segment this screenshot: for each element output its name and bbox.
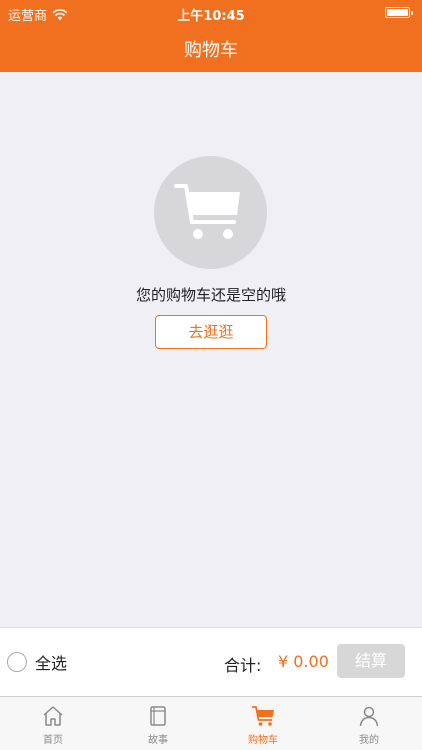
status-time: 上午10:45 [177, 9, 245, 24]
tab-bar: 首页 故事 购物车 我的 [0, 696, 422, 750]
top-header: 运营商 上午10:45 购物车 [0, 0, 422, 72]
select-all-label: 全选 [35, 654, 68, 673]
status-bar: 运营商 上午10:45 [0, 0, 422, 26]
tab-home-label: 首页 [43, 735, 63, 746]
cart-icon [252, 706, 274, 726]
tab-home[interactable]: 首页 [0, 697, 106, 750]
tab-story-label: 故事 [148, 735, 168, 746]
go-shopping-button[interactable]: 去逛逛 [155, 315, 267, 349]
checkout-button[interactable]: 结算 [337, 644, 405, 678]
empty-cart-illustration [154, 156, 267, 269]
book-icon [150, 706, 166, 726]
total-label: 合计: [224, 656, 262, 675]
cart-footer: 全选 合计: ¥ 0.00 结算 [0, 627, 422, 696]
select-all-radio[interactable] [7, 652, 27, 672]
tab-cart-label: 购物车 [248, 735, 278, 746]
battery-icon [385, 7, 413, 18]
empty-cart-message: 您的购物车还是空的哦 [135, 286, 286, 304]
total-amount: ¥ 0.00 [278, 652, 329, 671]
tab-story[interactable]: 故事 [105, 697, 211, 750]
page-title: 购物车 [184, 40, 238, 61]
battery-fill [387, 9, 408, 16]
tab-mine[interactable]: 我的 [316, 697, 422, 750]
person-icon [359, 706, 379, 727]
tab-mine-label: 我的 [359, 735, 379, 746]
select-all-control[interactable]: 全选 [7, 650, 67, 674]
empty-cart-icon [174, 184, 240, 239]
tab-cart[interactable]: 购物车 [210, 697, 316, 750]
home-icon [43, 706, 63, 726]
